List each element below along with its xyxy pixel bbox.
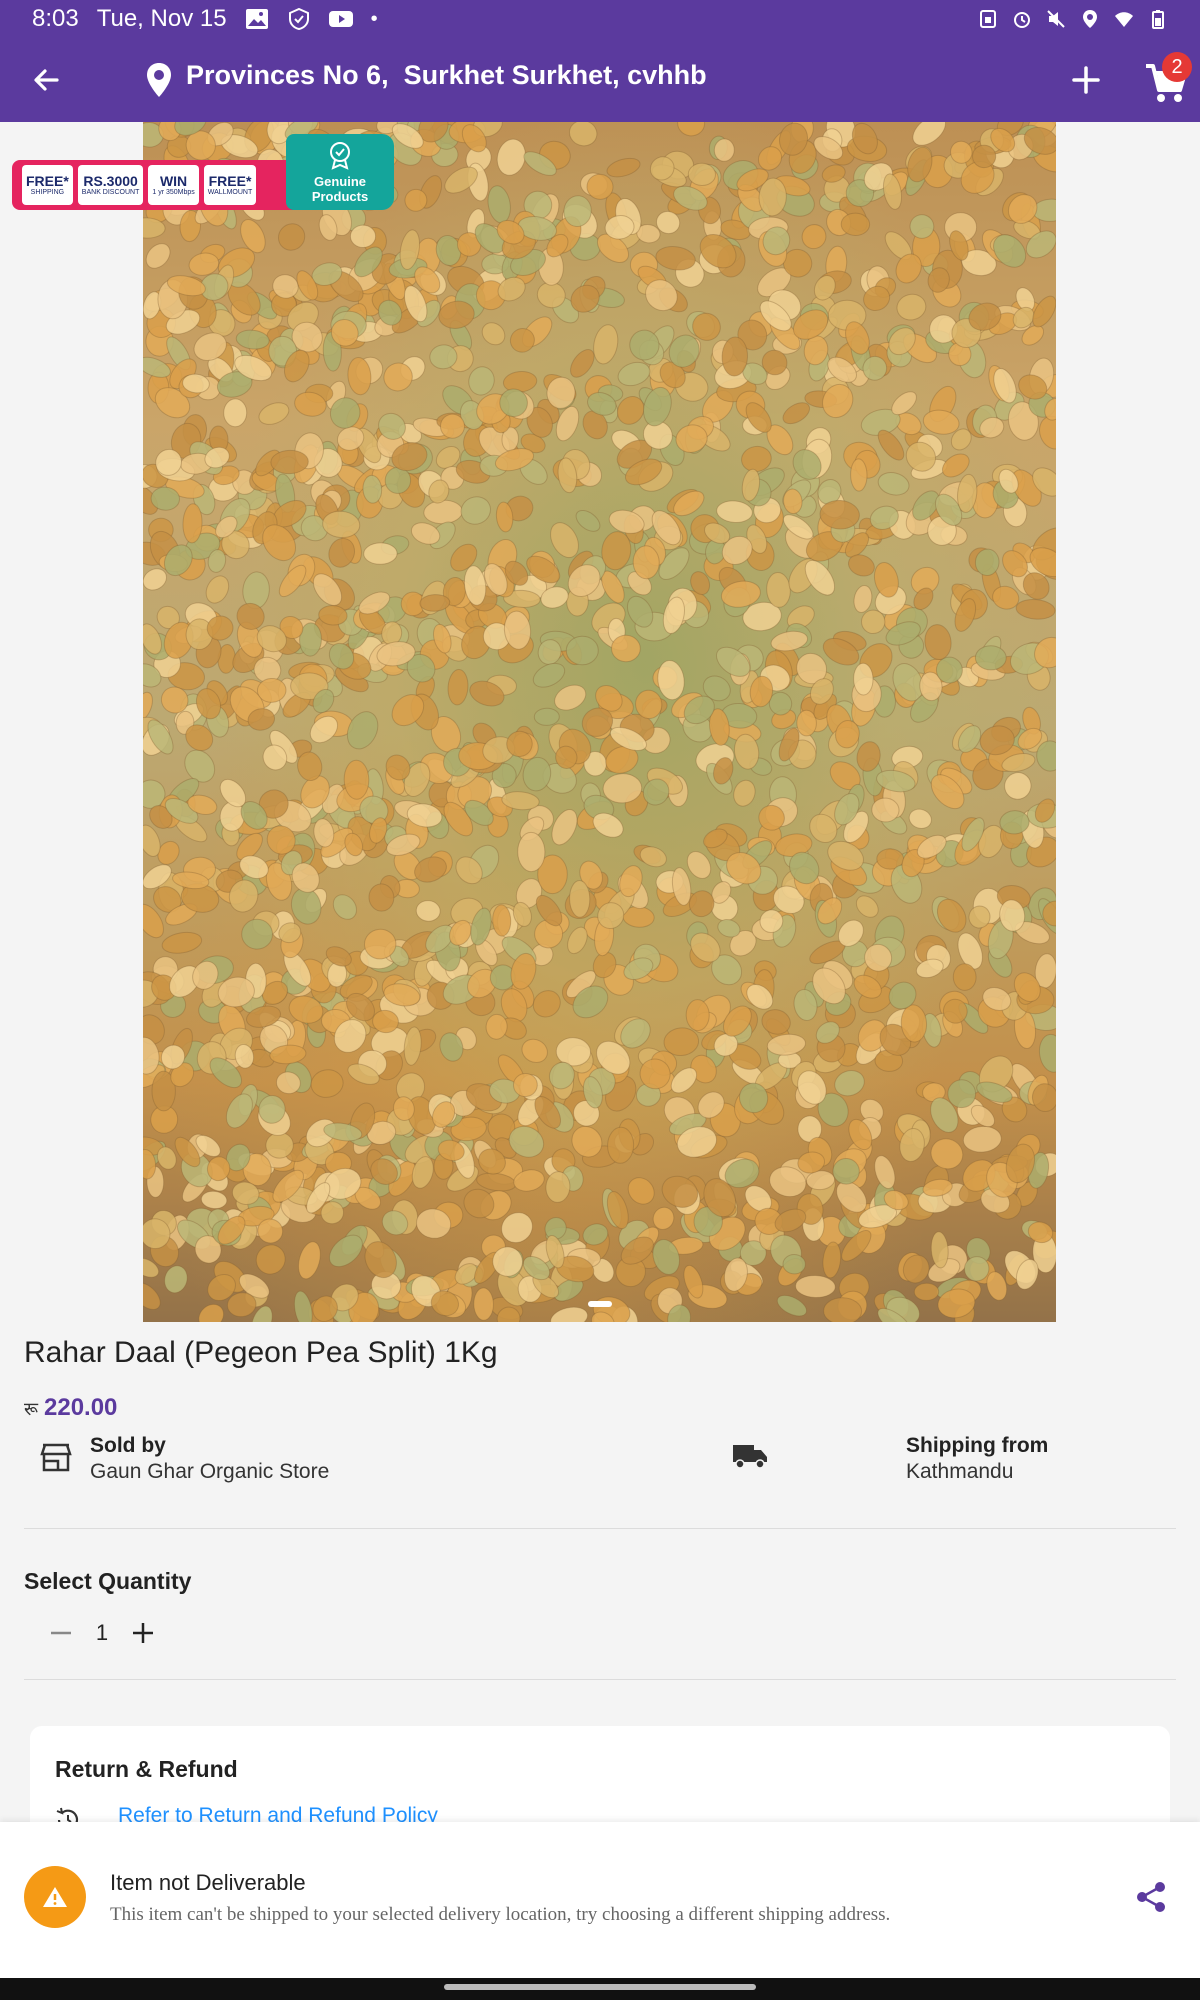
award-seal-icon bbox=[330, 142, 350, 170]
minus-icon bbox=[51, 1631, 71, 1635]
promo-chip: FREE* SHIPPING bbox=[22, 165, 73, 205]
back-button[interactable] bbox=[24, 58, 68, 102]
quantity-value: 1 bbox=[95, 1620, 109, 1645]
cart-count-badge: 2 bbox=[1162, 52, 1192, 82]
genuine-label: Genuine Products bbox=[311, 174, 369, 204]
store-name[interactable]: Gaun Ghar Organic Store bbox=[90, 1460, 329, 1484]
shield-icon bbox=[288, 8, 309, 30]
notice-title: Item not Deliverable bbox=[110, 1870, 306, 1895]
not-deliverable-notice: Item not Deliverable This item can't be … bbox=[0, 1822, 1200, 1978]
return-refund-title: Return & Refund bbox=[55, 1756, 238, 1782]
divider bbox=[24, 1679, 1176, 1680]
mute-icon bbox=[1047, 10, 1065, 28]
gallery-icon bbox=[245, 9, 268, 29]
select-quantity-label: Select Quantity bbox=[24, 1568, 192, 1594]
product-price: 220.00 bbox=[44, 1394, 118, 1421]
lentils-texture bbox=[143, 122, 1056, 1322]
store-icon bbox=[40, 1443, 72, 1472]
location-pin-icon[interactable] bbox=[144, 62, 174, 98]
genuine-products-badge: Genuine Products bbox=[286, 134, 394, 210]
divider bbox=[24, 1528, 1176, 1529]
status-bar: 8:03 Tue, Nov 15 • bbox=[0, 0, 1200, 38]
promo-chip: RS.3000 BANK DISCOUNT bbox=[77, 165, 144, 205]
increase-quantity-button[interactable] bbox=[126, 1616, 160, 1650]
alarm-icon bbox=[1014, 12, 1030, 28]
app-bar: Provinces No 6, Surkhet Surkhet, cvhhb 2 bbox=[0, 38, 1200, 122]
arrow-left-icon bbox=[34, 69, 59, 91]
delivery-location[interactable]: Provinces No 6, Surkhet Surkhet, cvhhb bbox=[186, 60, 707, 91]
seller-row: Sold by Gaun Ghar Organic Store Shipping… bbox=[24, 1432, 1176, 1492]
youtube-icon bbox=[328, 11, 353, 27]
promo-banner: FREE* SHIPPING RS.3000 BANK DISCOUNT WIN 1 … bbox=[12, 160, 300, 210]
price-row: रू 220.00 bbox=[24, 1394, 117, 1422]
plus-icon bbox=[133, 1623, 153, 1643]
sim-icon bbox=[980, 10, 996, 28]
status-date: Tue, Nov 15 bbox=[96, 5, 227, 32]
wifi-icon bbox=[1115, 12, 1133, 27]
sold-by-label: Sold by bbox=[90, 1434, 166, 1457]
share-icon[interactable] bbox=[1134, 1880, 1168, 1914]
warning-badge bbox=[24, 1866, 86, 1928]
truck-icon bbox=[733, 1445, 767, 1469]
promo-chip: FREE* WALLMOUNT bbox=[203, 165, 257, 205]
battery-icon bbox=[1152, 10, 1164, 29]
warning-icon bbox=[43, 1887, 67, 1907]
notice-body: This item can't be shipped to your selec… bbox=[110, 1904, 891, 1925]
add-button[interactable] bbox=[1066, 60, 1106, 100]
decrease-quantity-button[interactable] bbox=[44, 1616, 78, 1650]
carousel-indicator bbox=[588, 1301, 612, 1307]
dot-icon: • bbox=[370, 7, 378, 30]
product-image[interactable] bbox=[143, 122, 1056, 1322]
product-title: Rahar Daal (Pegeon Pea Split) 1Kg bbox=[24, 1336, 498, 1369]
shipping-from-value: Kathmandu bbox=[906, 1460, 1014, 1483]
location-icon bbox=[1083, 10, 1097, 28]
status-time: 8:03 bbox=[32, 5, 79, 32]
currency-symbol: रू bbox=[24, 1399, 38, 1419]
shipping-from-label: Shipping from bbox=[906, 1434, 1049, 1457]
promo-chip: WIN 1 yr 350Mbps bbox=[148, 165, 199, 205]
quantity-stepper: 1 bbox=[44, 1616, 160, 1650]
system-nav-bar bbox=[0, 1978, 1200, 2000]
home-gesture-handle[interactable] bbox=[444, 1984, 756, 1990]
